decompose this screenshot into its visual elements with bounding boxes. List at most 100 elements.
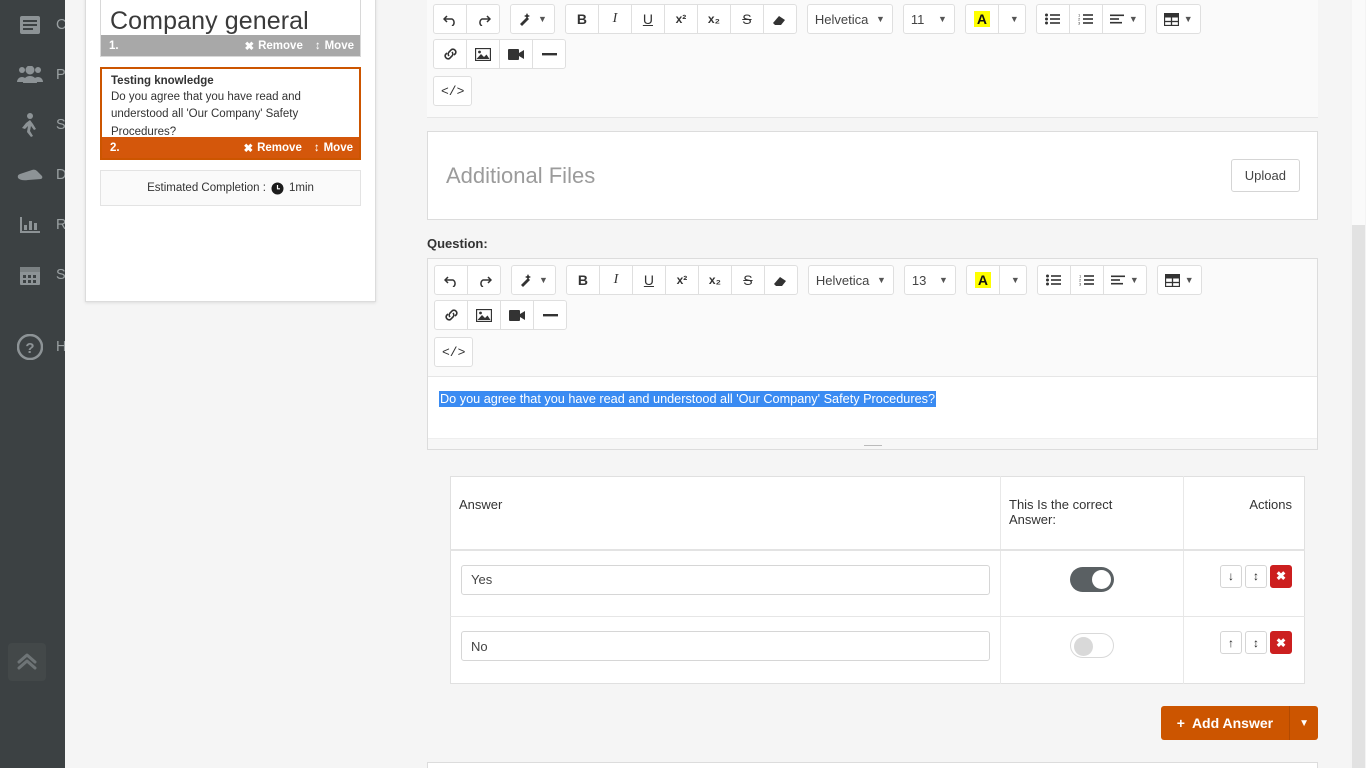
outline-move-handle[interactable]: ↕ Move (315, 40, 354, 52)
link-icon[interactable] (434, 300, 468, 330)
text-highlight-button[interactable]: A (965, 265, 1000, 295)
answer-input[interactable] (461, 564, 990, 595)
undo-icon[interactable] (434, 265, 468, 295)
x-icon[interactable]: ✖ (1270, 564, 1292, 588)
outline-slide-preview: Welcome page Welcome to our Company gene… (101, 0, 360, 35)
outline-slide-preview: Testing knowledge Do you agree that you … (102, 69, 359, 137)
text-highlight-button[interactable]: A (964, 4, 999, 34)
align-left-icon[interactable]: ▼ (1101, 4, 1146, 34)
highlight-group: A ▼ (965, 265, 1027, 295)
font-family-select[interactable]: Helvetica ▼ (806, 4, 893, 34)
magic-group: ▼ (510, 4, 555, 34)
superscript-button[interactable]: x² (664, 265, 699, 295)
horizontal-rule-icon[interactable] (533, 300, 567, 330)
outline-slide-footer: 2. ✖ Remove ↕ Move (102, 137, 359, 158)
sidebar-item-sign-in[interactable]: Sign In (0, 100, 65, 150)
link-icon[interactable] (433, 39, 467, 69)
row-actions-cell: ↓ ↕ ✖ (1183, 549, 1305, 617)
scrollbar-track[interactable] (1352, 0, 1365, 225)
highlight-letter: A (974, 272, 991, 288)
correct-answer-toggle[interactable] (1070, 566, 1114, 592)
bold-button[interactable]: B (565, 265, 600, 295)
superscript-button[interactable]: x² (663, 4, 698, 34)
additional-files-upload-button[interactable]: Upload (1230, 159, 1300, 192)
code-view-button[interactable]: </> (434, 337, 474, 367)
correct-answer-toggle[interactable] (1070, 633, 1114, 658)
sidebar-item-people[interactable]: People (0, 50, 65, 100)
eraser-icon[interactable] (763, 265, 798, 295)
scroll-to-top-button[interactable] (8, 643, 46, 681)
scrollbar-thumb[interactable] (1352, 225, 1365, 768)
top-editor-toolbar: ▼ B I U x² x₂ S Helvetica ▼ 11 ▼ A ▼ 1 2… (427, 0, 1318, 118)
outline-move-handle[interactable]: ↕ Move (314, 142, 353, 154)
bullet-list-icon[interactable] (1035, 4, 1070, 34)
outline-slide-card[interactable]: Testing knowledge Do you agree that you … (100, 67, 361, 160)
redo-icon[interactable] (467, 265, 501, 295)
magic-wand-icon[interactable]: ▼ (511, 265, 556, 295)
table-icon[interactable]: ▼ (1155, 4, 1201, 34)
code-view-button[interactable]: </> (433, 76, 473, 106)
numbered-list-icon[interactable]: 123 (1068, 4, 1103, 34)
outline-slide-card[interactable]: Welcome page Welcome to our Company gene… (100, 0, 361, 57)
arrows-vertical-icon: ↕ (314, 39, 321, 52)
chevron-down-icon: ▼ (1129, 275, 1139, 285)
svg-text:?: ? (25, 340, 34, 357)
subscript-button[interactable]: x₂ (696, 4, 731, 34)
question-editor-content[interactable]: Do you agree that you have read and unde… (428, 377, 1317, 438)
undo-icon[interactable] (433, 4, 467, 34)
underline-button[interactable]: U (630, 4, 665, 34)
table-icon[interactable]: ▼ (1156, 265, 1202, 295)
sidebar-item-data[interactable]: Data (0, 150, 65, 200)
sidebar-item-help[interactable]: ? Help (0, 322, 65, 372)
header-correct-line1: This Is the correct (1009, 497, 1113, 512)
estimated-completion-label: Estimated Completion : (147, 182, 266, 194)
image-icon[interactable] (466, 39, 500, 69)
font-family-select[interactable]: Helvetica ▼ (807, 265, 894, 295)
additional-files-box: Additional Files Upload (427, 131, 1318, 220)
answer-cell (450, 549, 1001, 617)
align-left-icon[interactable]: ▼ (1102, 265, 1147, 295)
bullet-list-icon[interactable] (1036, 265, 1071, 295)
answer-input[interactable] (461, 631, 990, 661)
text-format-group: B I U x² x₂ S (564, 4, 797, 34)
arrows-vertical-icon[interactable]: ↕ (1245, 564, 1267, 588)
bold-button[interactable]: B (564, 4, 599, 34)
italic-button[interactable]: I (598, 265, 633, 295)
add-answer-button[interactable]: + Add Answer (1160, 706, 1290, 740)
sidebar-item-label: Schedule (56, 267, 65, 283)
add-answer-row: + Add Answer ▼ (427, 706, 1318, 740)
arrow-down-icon[interactable]: ↓ (1220, 564, 1242, 588)
row-actions: ↑ ↕ ✖ (1194, 631, 1294, 654)
strikethrough-button[interactable]: S (730, 265, 765, 295)
plus-icon: + (1176, 715, 1185, 731)
editor-resize-grip[interactable] (428, 438, 1317, 449)
sidebar-item-reports[interactable]: Reports (0, 200, 65, 250)
numbered-list-icon[interactable]: 123 (1069, 265, 1104, 295)
underline-button[interactable]: U (631, 265, 666, 295)
sidebar-item-courses[interactable]: Courses (0, 0, 65, 50)
video-icon[interactable] (500, 300, 534, 330)
video-icon[interactable] (499, 39, 533, 69)
sidebar-item-schedule[interactable]: Schedule (0, 250, 65, 300)
highlight-color-dropdown[interactable]: ▼ (997, 4, 1026, 34)
x-icon[interactable]: ✖ (1270, 631, 1292, 654)
highlight-color-dropdown[interactable]: ▼ (998, 265, 1027, 295)
horizontal-rule-icon[interactable] (532, 39, 566, 69)
eraser-icon[interactable] (762, 4, 797, 34)
arrows-vertical-icon[interactable]: ↕ (1245, 631, 1267, 654)
vertical-scrollbar[interactable] (1350, 0, 1366, 768)
italic-button[interactable]: I (597, 4, 632, 34)
subscript-button[interactable]: x₂ (697, 265, 732, 295)
font-size-select[interactable]: 11 ▼ (902, 4, 955, 34)
font-size-select[interactable]: 13 ▼ (903, 265, 956, 295)
image-icon[interactable] (467, 300, 501, 330)
strikethrough-button[interactable]: S (729, 4, 764, 34)
list-group: 123 ▼ (1036, 265, 1147, 295)
add-answer-dropdown[interactable]: ▼ (1289, 706, 1318, 740)
outline-remove-button[interactable]: ✖ Remove (244, 39, 302, 53)
redo-icon[interactable] (466, 4, 500, 34)
arrow-up-icon[interactable]: ↑ (1220, 631, 1242, 654)
magic-wand-icon[interactable]: ▼ (510, 4, 555, 34)
outline-remove-button[interactable]: ✖ Remove (243, 141, 301, 155)
estimated-completion: Estimated Completion : 1min (100, 170, 361, 206)
